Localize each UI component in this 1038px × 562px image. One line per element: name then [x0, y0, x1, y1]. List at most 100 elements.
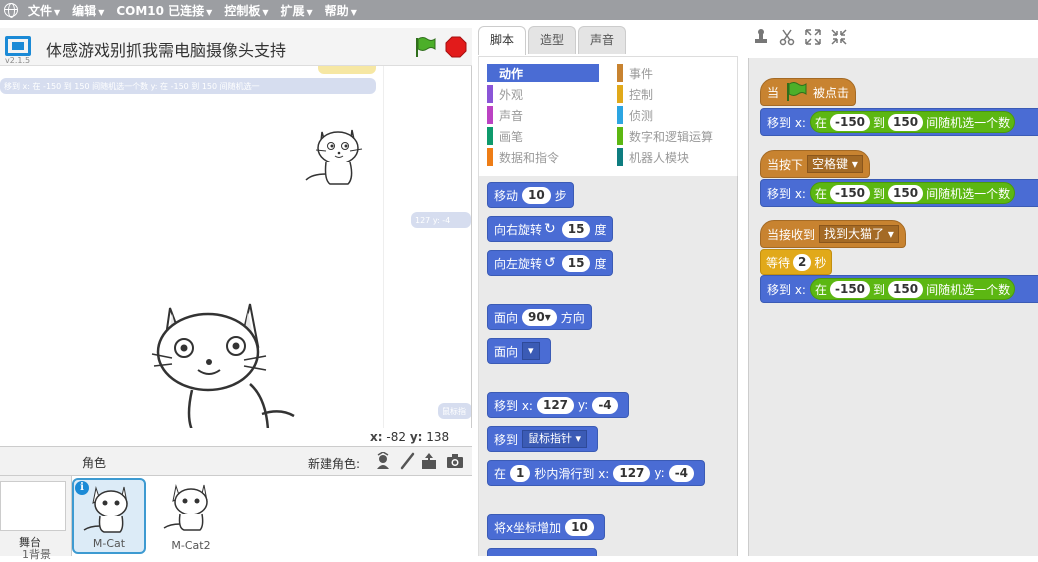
category-control[interactable]: 控制: [617, 85, 653, 103]
block-point-towards[interactable]: 面向 ▾: [487, 338, 551, 364]
message-dropdown[interactable]: 找到大猫了 ▾: [819, 225, 899, 243]
block-change-x[interactable]: 将x坐标增加 10: [487, 514, 605, 540]
menu-connect[interactable]: COM10 已连接 ▼: [116, 2, 212, 19]
category-operators[interactable]: 数字和逻辑运算: [617, 127, 713, 145]
category-sensing[interactable]: 侦测: [617, 106, 653, 124]
block-set-x-partial[interactable]: [487, 548, 597, 556]
menu-extensions[interactable]: 扩展 ▼: [281, 2, 313, 19]
sprites-label: 角色: [82, 456, 107, 470]
category-sound[interactable]: 声音: [487, 106, 523, 124]
hat-when-flag-clicked[interactable]: 当 被点击: [760, 78, 857, 106]
category-color-bar: [487, 85, 493, 103]
block-goto-xy[interactable]: 移到 x: 127 y: -4: [487, 392, 629, 418]
block-goto-target[interactable]: 移到 鼠标指针 ▾: [487, 426, 599, 452]
menu-board[interactable]: 控制板 ▼: [224, 2, 268, 19]
tab-scripts[interactable]: 脚本: [478, 26, 526, 55]
block-point-direction[interactable]: 面向 90▾ 方向: [487, 304, 592, 330]
duplicate-stamp-icon[interactable]: [752, 28, 770, 46]
block-goto-random-1[interactable]: 移到 x: 在 -150 到 150 间随机选一个数: [760, 108, 1038, 136]
pick-random-reporter[interactable]: 在 -150 到 150 间随机选一个数: [809, 278, 1016, 300]
menu-file[interactable]: 文件 ▼: [28, 2, 60, 19]
block-text: 间随机选一个数: [926, 282, 1011, 297]
shrink-icon[interactable]: [830, 28, 848, 46]
key-dropdown[interactable]: 空格键 ▾: [807, 155, 863, 173]
project-title[interactable]: 体感游戏别抓我需电脑摄像头支持: [46, 37, 286, 61]
block-input[interactable]: 10: [522, 186, 551, 204]
block-wait-seconds[interactable]: 等待 2 秒: [760, 249, 833, 275]
green-flag-icon[interactable]: [414, 36, 436, 58]
choose-sprite-from-library-icon[interactable]: [374, 452, 392, 470]
block-text: 度: [594, 222, 607, 237]
block-input[interactable]: -150: [829, 184, 871, 202]
script-area[interactable]: 当 被点击 移到 x: 在 -150 到 150 间随机选一个数 当按下 空格键 ▾ 移到…: [748, 58, 1038, 556]
block-input[interactable]: -4: [592, 396, 618, 414]
block-input[interactable]: -150: [829, 113, 871, 131]
category-label: 机器人模块: [629, 150, 690, 165]
language-globe-icon[interactable]: [4, 3, 18, 18]
category-data[interactable]: 数据和指令: [487, 148, 559, 166]
stage-canvas[interactable]: 移到 x: 在 -150 到 150 间随机选一个数 y: 在 -150 到 1…: [0, 66, 472, 428]
category-label: 画笔: [499, 129, 524, 144]
block-text: y:: [654, 466, 665, 480]
paint-new-sprite-icon[interactable]: [398, 452, 416, 470]
block-input[interactable]: 1: [510, 464, 531, 482]
upload-sprite-icon[interactable]: [420, 452, 438, 470]
ghost-block-yellow: [318, 66, 376, 74]
block-dropdown[interactable]: 鼠标指针 ▾: [522, 430, 588, 448]
camera-sprite-icon[interactable]: [446, 452, 464, 470]
block-input[interactable]: 15: [561, 220, 591, 238]
block-input[interactable]: 127: [536, 396, 575, 414]
category-events[interactable]: 事件: [617, 64, 653, 82]
block-goto-random-2[interactable]: 移到 x: 在 -150 到 150 间随机选一个数: [760, 179, 1038, 207]
block-text: 移动: [494, 188, 519, 203]
sprite-tile-m-cat[interactable]: i M-Cat: [72, 478, 146, 554]
category-color-bar: [617, 85, 623, 103]
block-input[interactable]: -4: [668, 464, 695, 482]
menu-help[interactable]: 帮助 ▼: [325, 2, 357, 19]
tab-sounds[interactable]: 声音: [578, 26, 626, 54]
version-label: v2.1.5: [5, 56, 31, 65]
stop-icon[interactable]: [445, 36, 467, 58]
cat-sprite-large[interactable]: [150, 298, 300, 428]
block-input[interactable]: 150: [888, 113, 924, 131]
hat-when-receive[interactable]: 当接收到 找到大猫了 ▾: [760, 220, 906, 248]
delete-scissors-icon[interactable]: [778, 28, 796, 46]
sprite-list: i M-Cat M-Cat2: [72, 476, 472, 556]
block-dropdown[interactable]: ▾: [522, 342, 540, 360]
pick-random-reporter[interactable]: 在 -150 到 150 间随机选一个数: [809, 182, 1016, 204]
category-looks[interactable]: 外观: [487, 85, 523, 103]
category-pen[interactable]: 画笔: [487, 127, 523, 145]
block-text: 间随机选一个数: [926, 186, 1011, 201]
block-input[interactable]: 150: [888, 280, 924, 298]
block-input[interactable]: 10: [565, 518, 594, 536]
block-input[interactable]: 150: [888, 184, 924, 202]
category-motion[interactable]: 动作: [487, 64, 599, 82]
grow-icon[interactable]: [804, 28, 822, 46]
ghost-block-mouse-text: 鼠标指: [442, 406, 466, 416]
stage-thumbnail[interactable]: [0, 481, 66, 531]
block-input[interactable]: 2: [793, 253, 812, 271]
ghost-block-xy-text: 127 y: -4: [415, 215, 451, 225]
block-turn-right[interactable]: 向右旋转 ↻ 15 度: [487, 216, 614, 242]
block-text: 秒: [814, 255, 827, 270]
presentation-mode-button[interactable]: [5, 36, 31, 56]
category-color-bar: [617, 148, 623, 166]
block-input[interactable]: -150: [829, 280, 871, 298]
cat-sprite-small[interactable]: [302, 124, 370, 190]
tab-costumes[interactable]: 造型: [528, 26, 576, 54]
hat-when-key-pressed[interactable]: 当按下 空格键 ▾: [760, 150, 870, 178]
block-goto-random-3[interactable]: 移到 x: 在 -150 到 150 间随机选一个数: [760, 275, 1038, 303]
block-glide[interactable]: 在 1 秒内滑行到 x: 127 y: -4: [487, 460, 706, 486]
pick-random-reporter[interactable]: 在 -150 到 150 间随机选一个数: [809, 111, 1016, 133]
block-turn-left[interactable]: 向左旋转 ↺ 15 度: [487, 250, 614, 276]
block-input[interactable]: 15: [561, 254, 591, 272]
block-input[interactable]: 127: [613, 464, 651, 482]
menu-edit[interactable]: 编辑 ▼: [72, 2, 104, 19]
block-input[interactable]: 90▾: [522, 308, 557, 326]
block-move-steps[interactable]: 移动 10 步: [487, 182, 574, 208]
category-robots[interactable]: 机器人模块: [617, 148, 689, 166]
category-label: 数据和指令: [499, 150, 560, 165]
sprite-tile-m-cat2[interactable]: M-Cat2: [154, 478, 228, 554]
block-text: 向左旋转: [494, 256, 543, 271]
sprite-name: M-Cat2: [171, 539, 211, 552]
